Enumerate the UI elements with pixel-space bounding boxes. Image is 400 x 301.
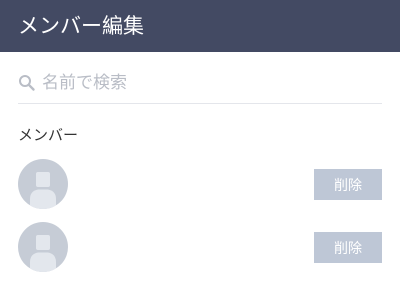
members-section-label: メンバー xyxy=(18,126,79,144)
search-icon xyxy=(19,75,35,91)
default-avatar-icon xyxy=(30,172,56,209)
member-row: 削除 xyxy=(18,159,382,211)
delete-member-button[interactable]: 削除 xyxy=(314,232,382,263)
search-input[interactable] xyxy=(42,66,372,100)
avatar xyxy=(18,222,68,272)
avatar xyxy=(18,159,68,209)
default-avatar-icon xyxy=(30,235,56,272)
app-header: メンバー編集 xyxy=(0,0,400,52)
delete-member-button[interactable]: 削除 xyxy=(314,169,382,200)
member-row: 削除 xyxy=(18,222,382,274)
page-title: メンバー編集 xyxy=(18,14,144,38)
search-bar[interactable] xyxy=(18,66,382,104)
